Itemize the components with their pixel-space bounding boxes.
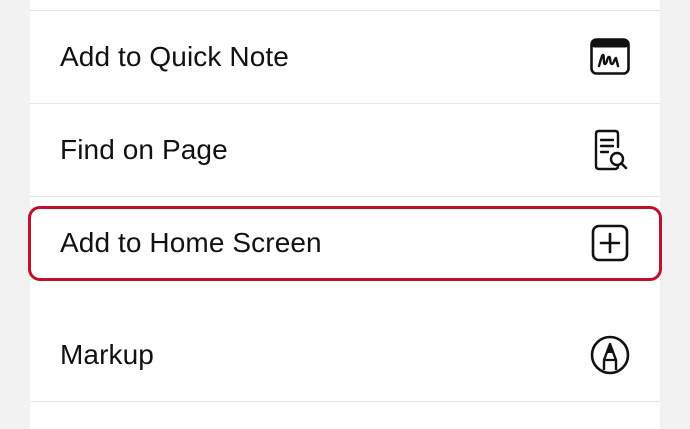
menu-item-add-to-home-screen[interactable]: Add to Home Screen	[30, 197, 660, 289]
menu-item-find-on-page[interactable]: Find on Page	[30, 104, 660, 196]
menu-item-label: Add to Quick Note	[60, 41, 289, 72]
menu-item-markup[interactable]: Markup	[30, 309, 660, 401]
quick-note-icon	[588, 35, 632, 79]
menu-item-label: Find on Page	[60, 134, 228, 165]
menu-item-label: Add to Home Screen	[60, 227, 322, 258]
row-divider	[30, 401, 660, 402]
find-on-page-icon	[588, 128, 632, 172]
action-group-bottom: Markup	[30, 309, 660, 429]
menu-item-label: Markup	[60, 339, 154, 370]
add-square-icon	[588, 221, 632, 265]
markup-icon	[588, 333, 632, 377]
menu-item-add-to-quick-note[interactable]: Add to Quick Note	[30, 11, 660, 103]
